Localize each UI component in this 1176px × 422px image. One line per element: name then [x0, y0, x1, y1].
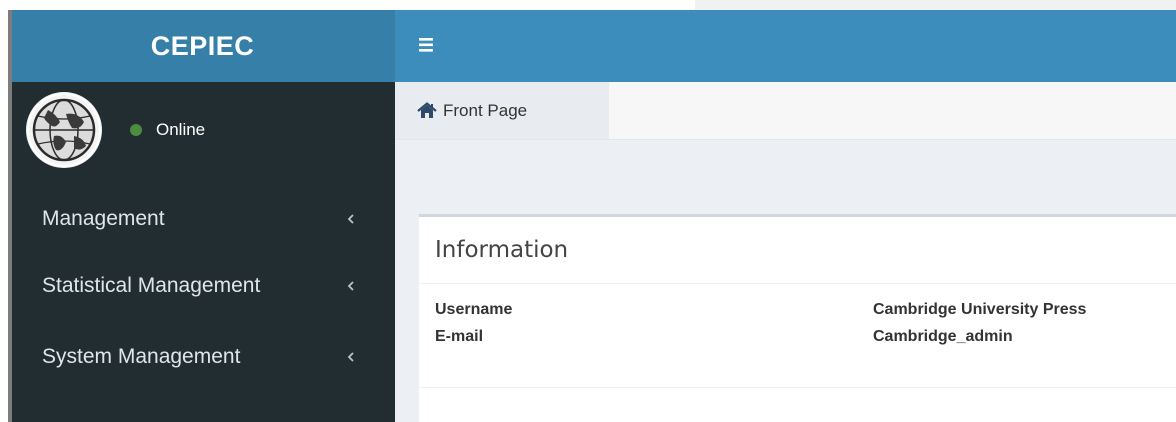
info-value: Cambridge_admin [873, 328, 1013, 345]
info-value: Cambridge University Press [873, 301, 1087, 318]
home-icon [417, 102, 437, 118]
sidebar-item-system-management[interactable]: System Management [12, 322, 395, 392]
screen: CEPIEC Online Management Statistical Man… [0, 0, 1176, 422]
sidebar-item-label: Statistical Management [42, 274, 261, 297]
chevron-left-icon [347, 352, 354, 362]
avatar [26, 92, 102, 168]
sidebar: CEPIEC Online Management Statistical Man… [12, 10, 395, 422]
tab-front-page[interactable]: Front Page [395, 82, 609, 139]
content-area: Front Page Information Username Cambridg… [395, 82, 1176, 422]
panel-title: Information [419, 217, 1176, 284]
chevron-left-icon [347, 214, 354, 224]
chevron-left-icon [347, 281, 354, 291]
page-tabbar: Front Page [395, 82, 1176, 140]
brand-logo-text[interactable]: CEPIEC [151, 31, 255, 62]
hamburger-icon[interactable] [419, 35, 437, 55]
window-top-edge [12, 0, 1176, 10]
sidebar-item-label: Management [42, 207, 165, 230]
globe-avatar-icon [27, 93, 101, 167]
window-left-edge [0, 0, 12, 422]
information-panel: Information Username Cambridge Universit… [419, 214, 1176, 422]
sidebar-item-statistical-management[interactable]: Statistical Management [12, 250, 395, 322]
sidebar-menu: Management Statistical Management System… [12, 190, 395, 392]
status-text: Online [156, 120, 206, 139]
user-panel: Online [12, 82, 395, 192]
sidebar-item-management[interactable]: Management [12, 188, 395, 250]
online-status: Online [130, 120, 205, 140]
sidebar-item-label: System Management [42, 345, 241, 368]
status-dot-icon [130, 124, 142, 136]
logo-bar[interactable]: CEPIEC [12, 10, 395, 82]
browser-tab-strip [695, 0, 1176, 10]
tab-front-page-label: Front Page [443, 100, 528, 120]
panel-body: Username Cambridge University Press E-ma… [419, 284, 1176, 388]
info-label: Username [435, 301, 513, 318]
top-navbar [395, 10, 1176, 82]
info-label: E-mail [435, 328, 484, 345]
